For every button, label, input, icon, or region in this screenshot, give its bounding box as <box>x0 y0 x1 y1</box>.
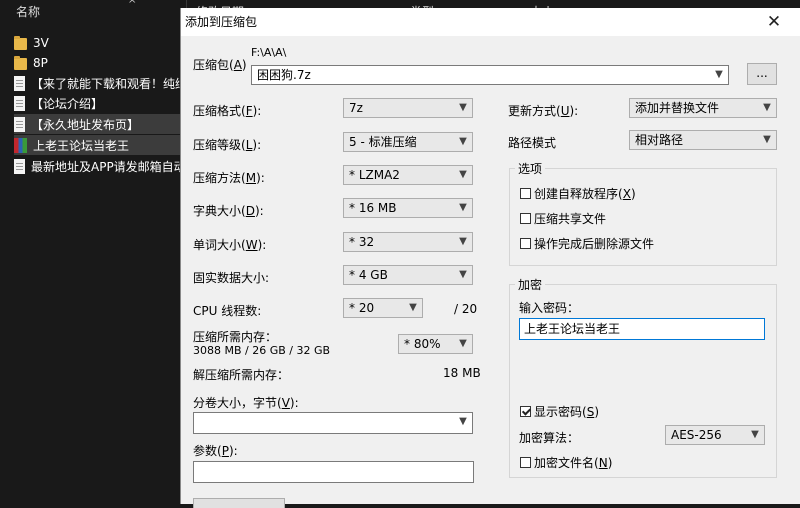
document-icon <box>14 116 25 132</box>
level-label: 压缩等级(L): <box>193 138 262 152</box>
encrypt-names-checkbox[interactable]: 加密文件名(N) <box>520 454 612 471</box>
checkbox-box[interactable] <box>520 213 531 224</box>
update-mode-label: 更新方式(U): <box>508 104 579 118</box>
password-input[interactable]: 上老王论坛当老王 <box>519 318 765 340</box>
checkbox-box[interactable] <box>520 406 531 417</box>
column-header-name[interactable]: 名称 <box>16 0 40 24</box>
archive-icon <box>14 137 27 153</box>
file-item[interactable]: 上老王论坛当老王 <box>14 135 186 155</box>
chevron-down-icon: ▼ <box>459 136 467 147</box>
decompress-memory-value: 18 MB <box>443 366 481 380</box>
archive-path: F:\A\A\ <box>251 46 287 59</box>
cpu-threads-select[interactable]: * 20 ▼ <box>343 298 423 318</box>
options-title: 选项 <box>515 160 546 177</box>
memory-usage-select[interactable]: * 80% ▼ <box>398 334 473 354</box>
method-label: 压缩方法(M): <box>193 171 265 185</box>
show-password-checkbox[interactable]: 显示密码(S) <box>520 403 599 420</box>
delete-after-checkbox[interactable]: 操作完成后删除源文件 <box>520 235 654 252</box>
folder-icon <box>14 36 27 50</box>
chevron-down-icon: ▼ <box>763 134 771 145</box>
file-item[interactable]: 【论坛介绍】 <box>14 93 186 113</box>
level-select[interactable]: 5 - 标准压缩 ▼ <box>343 132 473 152</box>
archive-label: 压缩包(A) <box>193 58 247 72</box>
folder-icon <box>14 56 27 70</box>
encryption-method-select[interactable]: AES-256 ▼ <box>665 425 765 445</box>
encryption-method-label: 加密算法： <box>519 431 580 445</box>
chevron-down-icon: ▼ <box>459 416 467 427</box>
checkbox-box[interactable] <box>520 188 531 199</box>
file-item[interactable]: 8P <box>14 53 186 73</box>
solid-size-select[interactable]: * 4 GB ▼ <box>343 265 473 285</box>
cpu-threads-max: / 20 <box>454 302 478 316</box>
path-mode-label: 路径模式 <box>508 136 557 150</box>
format-label: 压缩格式(F): <box>193 104 262 118</box>
dictionary-select[interactable]: * 16 MB ▼ <box>343 198 473 218</box>
chevron-down-icon: ▼ <box>763 102 771 113</box>
solid-size-label: 固实数据大小: <box>193 271 270 285</box>
word-size-select[interactable]: * 32 ▼ <box>343 232 473 252</box>
file-item-label: 上老王论坛当老王 <box>33 138 130 153</box>
password-label: 输入密码： <box>519 301 580 315</box>
format-select[interactable]: 7z ▼ <box>343 98 473 118</box>
dialog-titlebar[interactable]: 添加到压缩包 ✕ <box>181 8 800 36</box>
update-mode-select[interactable]: 添加并替换文件 ▼ <box>629 98 777 118</box>
compress-memory-label: 压缩所需内存： <box>193 330 278 344</box>
add-to-archive-dialog: 添加到压缩包 ✕ 压缩包(A) F:\A\A\ 困困狗.7z ▼ ... 压缩格式… <box>180 8 800 508</box>
chevron-down-icon: ▼ <box>459 102 467 113</box>
document-icon <box>14 75 25 91</box>
volume-size-label: 分卷大小，字节(V): <box>193 396 299 410</box>
chevron-down-icon: ▼ <box>459 169 467 180</box>
chevron-down-icon: ▼ <box>459 269 467 280</box>
checkbox-box[interactable] <box>520 457 531 468</box>
file-item-label: 【来了就能下载和观看！纯绿色 <box>31 76 186 91</box>
volume-size-combobox[interactable]: ▼ <box>193 412 473 434</box>
close-icon[interactable]: ✕ <box>763 11 785 33</box>
encryption-title: 加密 <box>515 276 546 293</box>
file-item-label: 最新地址及APP请发邮箱自动获取 <box>31 159 186 174</box>
shared-files-checkbox[interactable]: 压缩共享文件 <box>520 210 606 227</box>
word-size-label: 单词大小(W): <box>193 238 267 252</box>
chevron-up-icon[interactable]: ^ <box>128 0 142 12</box>
file-item[interactable]: 【来了就能下载和观看！纯绿色 <box>14 73 186 93</box>
dialog-title: 添加到压缩包 <box>185 15 258 29</box>
path-mode-select[interactable]: 相对路径 ▼ <box>629 130 777 150</box>
file-item[interactable]: 最新地址及APP请发邮箱自动获取 <box>14 156 186 176</box>
parameters-label: 参数(P): <box>193 444 238 458</box>
file-item[interactable]: 3V <box>14 33 186 53</box>
document-icon <box>14 95 25 111</box>
parameters-input[interactable] <box>193 461 474 483</box>
checkbox-box[interactable] <box>520 238 531 249</box>
chevron-down-icon: ▼ <box>409 302 417 313</box>
decompress-memory-label: 解压缩所需内存： <box>193 368 290 382</box>
compress-memory-detail: 3088 MB / 26 GB / 32 GB <box>193 344 331 357</box>
file-item-label: 8P <box>33 56 48 70</box>
chevron-down-icon: ▼ <box>459 202 467 213</box>
chevron-down-icon: ▼ <box>751 429 759 440</box>
dictionary-label: 字典大小(D): <box>193 204 264 218</box>
file-item-label: 【永久地址发布页】 <box>31 117 140 132</box>
sfx-checkbox[interactable]: 创建自释放程序(X) <box>520 185 636 202</box>
method-select[interactable]: * LZMA2 ▼ <box>343 165 473 185</box>
document-icon <box>14 158 25 174</box>
browse-button[interactable]: ... <box>747 63 777 85</box>
file-item[interactable]: 【永久地址发布页】 <box>14 114 186 134</box>
dialog-button[interactable] <box>193 498 285 508</box>
chevron-down-icon: ▼ <box>459 338 467 349</box>
cpu-threads-label: CPU 线程数: <box>193 304 262 318</box>
file-item-label: 3V <box>33 36 49 50</box>
chevron-down-icon: ▼ <box>715 69 723 80</box>
archive-name-combobox[interactable]: 困困狗.7z ▼ <box>251 65 729 85</box>
file-item-label: 【论坛介绍】 <box>31 96 104 111</box>
chevron-down-icon: ▼ <box>459 236 467 247</box>
